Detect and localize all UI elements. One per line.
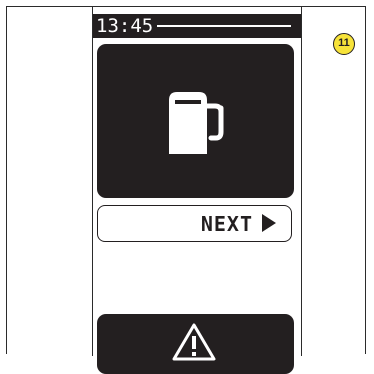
- step-number-badge: 11: [333, 33, 355, 55]
- next-button-label: NEXT: [200, 212, 253, 236]
- manual-illustration: 13:45 NEXT 11: [0, 0, 374, 374]
- fuel-warning-panel: [97, 44, 294, 198]
- warning-panel: [97, 314, 294, 374]
- status-bar: 13:45: [93, 14, 301, 38]
- status-bar-line: [157, 25, 291, 27]
- next-button[interactable]: NEXT: [97, 205, 292, 242]
- clock-display: 13:45: [96, 15, 154, 37]
- fuel-pump-icon: [169, 92, 224, 154]
- arrow-right-icon: [262, 214, 276, 232]
- step-number: 11: [338, 37, 350, 49]
- warning-triangle-icon: [172, 323, 216, 361]
- display-right-edge: [301, 6, 302, 356]
- display-left-edge: [92, 6, 93, 356]
